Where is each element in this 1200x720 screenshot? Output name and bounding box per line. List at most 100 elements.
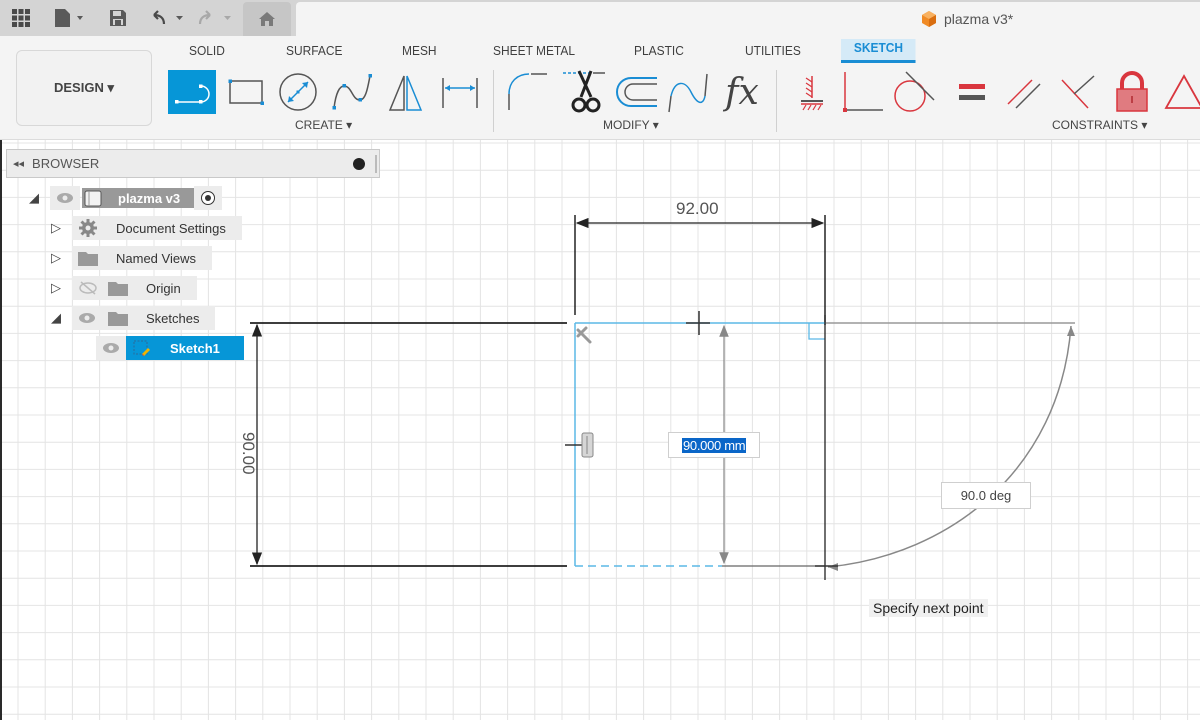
coincident-icon [843, 72, 883, 112]
lock-icon [1116, 71, 1148, 112]
triangle-icon [1164, 74, 1200, 109]
change-parameters-tool[interactable]: fx [718, 70, 766, 114]
circle-tool[interactable] [274, 70, 322, 114]
conic-curve-tool[interactable] [664, 70, 712, 114]
sketch-dimension-tool[interactable] [436, 70, 484, 114]
workspace-switcher[interactable]: DESIGN ▾ [16, 50, 152, 126]
expand-triangle-icon[interactable]: ◢ [26, 190, 42, 206]
collapse-browser-icon[interactable]: ◂◂ [13, 157, 24, 170]
browser-item-named-views[interactable]: ▷ Named Views [48, 246, 212, 270]
angle-arc [827, 325, 1072, 568]
equal-icon [959, 84, 985, 100]
mirror-tool[interactable] [382, 70, 430, 114]
home-tab[interactable] [243, 2, 291, 36]
line-tool[interactable] [168, 70, 216, 114]
perpendicular-constraint-tool[interactable] [1054, 70, 1102, 114]
panel-resize-handle[interactable] [375, 155, 377, 173]
cursor-crosshair [565, 444, 838, 567]
width-dimension-value[interactable]: 92.00 [676, 199, 719, 219]
browser-item-label: plazma v3 [118, 190, 181, 206]
sketch-icon [133, 340, 150, 356]
gear-icon [79, 219, 97, 237]
browser-title: BROWSER [32, 156, 100, 171]
tab-utilities[interactable]: UTILITIES [745, 43, 801, 58]
width-dimension[interactable] [574, 215, 826, 325]
height-dimension-value[interactable]: 90.00 [238, 432, 258, 492]
fix-icon [801, 76, 823, 111]
length-input-value[interactable]: 90.000 mm [682, 437, 747, 453]
document-tab[interactable] [296, 2, 1200, 36]
tab-mesh[interactable]: MESH [402, 43, 437, 58]
tangent-icon [894, 71, 935, 112]
document-title-text: plazma v3* [944, 11, 1014, 27]
cursor-hint: Specify next point [869, 599, 988, 617]
redo-button[interactable] [196, 5, 236, 31]
tab-surface[interactable]: SURFACE [286, 43, 342, 58]
tab-plastic[interactable]: PLASTIC [634, 43, 684, 58]
apps-grid-icon[interactable] [10, 5, 32, 31]
title-bar: plazma v3* [0, 0, 1200, 36]
perpendicular-icon [1061, 75, 1095, 109]
length-input[interactable]: 90.000 mm [668, 432, 760, 458]
browser-options-icon[interactable] [353, 158, 365, 170]
height-dimension[interactable] [250, 322, 567, 567]
fillet-tool[interactable] [504, 70, 552, 114]
offset-icon [616, 77, 657, 107]
browser-item-label: Origin [146, 280, 181, 296]
ribbon: DESIGN ▾ SOLID SURFACE MESH SHEET METAL … [0, 36, 1200, 140]
browser-item-root[interactable]: ◢ plazma v3 [26, 186, 223, 210]
rectangle-icon [228, 79, 264, 105]
modify-menu[interactable]: MODIFY ▾ [603, 118, 659, 132]
rectangle-tool[interactable] [222, 70, 270, 114]
trim-tool[interactable] [560, 70, 608, 114]
tab-sketch[interactable]: SKETCH [841, 39, 916, 63]
group-divider [493, 70, 494, 132]
component-cube-icon [922, 11, 936, 27]
angle-input[interactable]: 90.0 deg [941, 482, 1031, 509]
undo-button[interactable] [148, 5, 188, 31]
vertical-constraint-icon [581, 432, 594, 458]
parallel-constraint-tool[interactable] [1000, 70, 1048, 114]
scissors-icon [563, 70, 605, 113]
constraints-menu[interactable]: CONSTRAINTS ▾ [1052, 118, 1147, 132]
symmetry-constraint-tool[interactable] [1160, 70, 1200, 114]
canvas-border [0, 140, 2, 720]
eye-icon[interactable] [56, 192, 74, 204]
browser-item-origin[interactable]: ▷ Origin [48, 276, 197, 300]
fillet-icon [508, 73, 547, 110]
create-menu[interactable]: CREATE ▾ [295, 118, 352, 132]
eye-hidden-icon[interactable] [78, 281, 98, 295]
file-menu-button[interactable] [52, 5, 88, 31]
folder-icon [108, 282, 128, 296]
offset-tool[interactable] [612, 70, 660, 114]
eye-icon[interactable] [78, 312, 96, 324]
folder-icon [78, 252, 98, 266]
browser-item-document-settings[interactable]: ▷ Document Settings [48, 216, 242, 240]
group-divider [776, 70, 777, 132]
spline-tool[interactable] [328, 70, 376, 114]
expand-triangle-icon[interactable]: ▷ [48, 280, 64, 296]
parallel-icon [1007, 79, 1041, 109]
tab-sheet-metal[interactable]: SHEET METAL [493, 43, 575, 58]
tab-solid[interactable]: SOLID [189, 43, 225, 58]
browser-item-label: Named Views [116, 250, 196, 266]
activate-radio-icon[interactable] [200, 190, 216, 206]
browser-item-sketches[interactable]: ◢ Sketches [48, 306, 216, 330]
expand-triangle-icon[interactable]: ◢ [48, 310, 64, 326]
equal-constraint-tool[interactable] [948, 70, 996, 114]
save-icon[interactable] [108, 5, 128, 31]
horizontal-constraint-icon [576, 326, 592, 344]
fix-constraint-tool[interactable] [788, 70, 836, 114]
spline-icon [332, 74, 372, 110]
browser-item-label: Document Settings [116, 220, 226, 236]
expand-triangle-icon[interactable]: ▷ [48, 220, 64, 236]
midpoint-marker [686, 311, 710, 335]
coincident-constraint-tool[interactable] [838, 70, 886, 114]
tangent-constraint-tool[interactable] [890, 70, 938, 114]
browser-item-sketch1[interactable]: Sketch1 [96, 336, 244, 360]
dimension-icon [442, 78, 478, 108]
browser-item-label: Sketch1 [170, 340, 220, 356]
eye-icon[interactable] [102, 342, 120, 354]
expand-triangle-icon[interactable]: ▷ [48, 250, 64, 266]
fix-unfix-lock-tool[interactable] [1108, 70, 1156, 114]
